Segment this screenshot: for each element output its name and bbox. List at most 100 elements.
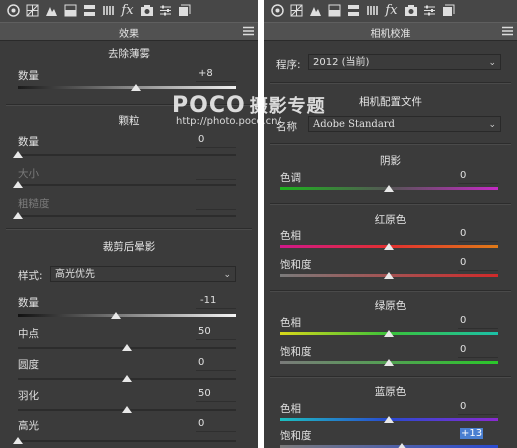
tone-curve-grid-icon[interactable] xyxy=(289,3,304,18)
grain-size-slider xyxy=(18,184,236,186)
vignette-roundness-thumb[interactable] xyxy=(122,375,132,382)
panel-title-bar: 效果 xyxy=(0,22,258,41)
green-hue-label: 色相 xyxy=(280,317,301,329)
blue-hue-label: 色相 xyxy=(280,403,301,415)
panel-toolbar: fx xyxy=(0,0,258,22)
red-saturation-value[interactable]: 0 xyxy=(460,257,466,268)
dehaze-section-title: 去除薄雾 xyxy=(108,48,150,60)
green-primary-section-title: 绿原色 xyxy=(374,300,407,312)
grain-size-label: 大小 xyxy=(18,168,39,180)
grain-section-title: 颗粒 xyxy=(118,115,140,127)
vignette-style-select[interactable]: 高光优先 ⌄ xyxy=(50,266,236,282)
blue-primary-section-title: 蓝原色 xyxy=(374,386,407,398)
red-saturation-thumb[interactable] xyxy=(384,272,394,279)
red-hue-label: 色相 xyxy=(280,230,301,242)
profile-name-value: Adobe Standard xyxy=(313,119,395,130)
detail-icon[interactable] xyxy=(101,3,116,18)
vignette-highlights-thumb[interactable] xyxy=(13,437,23,444)
sliders-icon[interactable] xyxy=(158,3,173,18)
blue-saturation-label: 饱和度 xyxy=(280,430,312,442)
panel-menu-icon[interactable] xyxy=(502,26,513,36)
split-toning-icon[interactable] xyxy=(82,3,97,18)
grain-amount-value[interactable]: 0 xyxy=(198,134,204,145)
camera-calibration-panel: fx 相机校准 程序: 2012 (当前) ⌄ 相机配置文件 名称 Adobe … xyxy=(264,0,517,448)
basic-circle-icon[interactable] xyxy=(270,3,285,18)
detail-icon[interactable] xyxy=(365,3,380,18)
vignette-roundness-value[interactable]: 0 xyxy=(198,357,204,368)
panel-menu-icon[interactable] xyxy=(243,26,254,36)
red-primary-section-title: 红原色 xyxy=(374,214,407,226)
vignette-midpoint-label: 中点 xyxy=(18,328,39,340)
split-toning-icon[interactable] xyxy=(346,3,361,18)
chevron-down-icon: ⌄ xyxy=(488,58,496,68)
process-select[interactable]: 2012 (当前) ⌄ xyxy=(308,54,501,70)
panel-title: 效果 xyxy=(119,29,139,40)
vignette-feather-value[interactable]: 50 xyxy=(198,388,211,399)
shadows-tint-thumb[interactable] xyxy=(384,185,394,192)
chevron-down-icon: ⌄ xyxy=(488,120,496,130)
grain-size-thumb xyxy=(13,181,23,188)
fx-icon[interactable]: fx xyxy=(384,3,399,18)
blue-saturation-thumb[interactable] xyxy=(397,443,408,448)
hsl-icon[interactable] xyxy=(63,3,78,18)
red-hue-value[interactable]: 0 xyxy=(460,228,466,239)
sliders-icon[interactable] xyxy=(422,3,437,18)
tone-curve-grid-icon[interactable] xyxy=(25,3,40,18)
grain-roughness-slider xyxy=(18,215,236,217)
vignette-highlights-value[interactable]: 0 xyxy=(198,418,204,429)
camera-icon[interactable] xyxy=(403,3,418,18)
green-saturation-value[interactable]: 0 xyxy=(460,344,466,355)
vignette-style-label: 样式: xyxy=(18,270,43,282)
grain-amount-thumb[interactable] xyxy=(13,151,23,158)
green-saturation-thumb[interactable] xyxy=(384,359,394,366)
green-hue-thumb[interactable] xyxy=(384,330,394,337)
process-value: 2012 (当前) xyxy=(313,57,370,68)
vignette-feather-thumb[interactable] xyxy=(122,406,132,413)
shadows-tint-label: 色调 xyxy=(280,172,301,184)
dehaze-amount-label: 数量 xyxy=(18,70,39,82)
vignette-amount-slider[interactable] xyxy=(18,314,236,317)
basic-circle-icon[interactable] xyxy=(6,3,21,18)
panel-title: 相机校准 xyxy=(370,29,411,40)
mountain-icon[interactable] xyxy=(44,3,59,18)
presets-icon[interactable] xyxy=(441,3,456,18)
vignette-highlights-slider[interactable] xyxy=(18,440,236,442)
grain-amount-slider[interactable] xyxy=(18,154,236,156)
blue-saturation-value-selected[interactable]: +13 xyxy=(460,428,484,439)
blue-hue-thumb[interactable] xyxy=(384,416,394,423)
vignette-amount-thumb[interactable] xyxy=(111,312,122,319)
vignette-amount-value[interactable]: -11 xyxy=(200,295,216,306)
process-label: 程序: xyxy=(276,59,301,71)
hsl-icon[interactable] xyxy=(327,3,342,18)
grain-roughness-thumb xyxy=(13,212,23,219)
vignette-feather-label: 羽化 xyxy=(18,390,39,402)
camera-icon[interactable] xyxy=(139,3,154,18)
dehaze-amount-thumb[interactable] xyxy=(130,84,141,91)
camera-profile-section-title: 相机配置文件 xyxy=(359,96,422,108)
vignette-midpoint-value[interactable]: 50 xyxy=(198,326,211,337)
dehaze-amount-slider[interactable] xyxy=(18,86,236,89)
green-hue-value[interactable]: 0 xyxy=(460,315,466,326)
red-saturation-label: 饱和度 xyxy=(280,259,312,271)
green-saturation-label: 饱和度 xyxy=(280,346,312,358)
dehaze-amount-value[interactable]: +8 xyxy=(198,68,213,79)
vignette-amount-label: 数量 xyxy=(18,297,39,309)
shadows-tint-value[interactable]: 0 xyxy=(460,170,466,181)
vignette-highlights-label: 高光 xyxy=(18,420,39,432)
red-hue-thumb[interactable] xyxy=(384,243,394,250)
mountain-icon[interactable] xyxy=(308,3,323,18)
shadows-section-title: 阴影 xyxy=(380,155,401,167)
blue-hue-value[interactable]: 0 xyxy=(460,401,466,412)
vignette-roundness-label: 圆度 xyxy=(18,359,39,371)
vignette-section-title: 裁剪后晕影 xyxy=(102,241,156,253)
fx-icon[interactable]: fx xyxy=(120,3,135,18)
grain-roughness-label: 粗糙度 xyxy=(18,198,50,210)
panel-toolbar: fx xyxy=(264,0,517,22)
vignette-style-value: 高光优先 xyxy=(55,269,95,280)
blue-saturation-value[interactable]: +13 xyxy=(460,428,484,439)
presets-icon[interactable] xyxy=(177,3,192,18)
effects-panel: fx 效果 去除薄雾 数量 +8 颗粒 数量 0 大小 粗糙度 裁剪后晕影 样式… xyxy=(0,0,258,448)
chevron-down-icon: ⌄ xyxy=(223,270,231,280)
vignette-midpoint-thumb[interactable] xyxy=(122,344,132,351)
profile-name-select[interactable]: Adobe Standard ⌄ xyxy=(308,116,501,132)
